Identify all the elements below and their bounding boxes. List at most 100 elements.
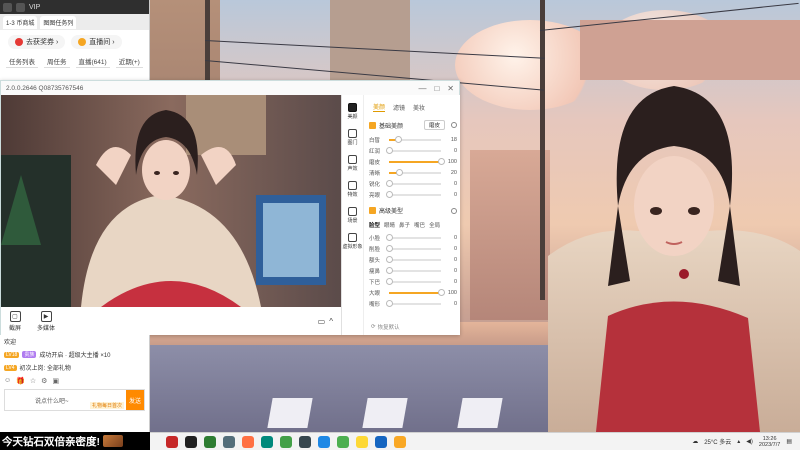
beauty-icon bbox=[347, 103, 357, 112]
send-button[interactable]: 发送 bbox=[126, 390, 144, 410]
slider-track[interactable] bbox=[389, 135, 441, 143]
settings-icon[interactable]: ⚙ bbox=[41, 377, 47, 385]
slider-knob[interactable] bbox=[386, 190, 393, 198]
notification-icon[interactable]: ▤ bbox=[786, 438, 792, 445]
beauty-mode-select[interactable]: 磨皮 bbox=[423, 120, 445, 130]
volume-icon[interactable]: ◀) bbox=[746, 438, 753, 445]
collapse-icon[interactable]: ^ bbox=[329, 317, 333, 326]
minimize-button[interactable]: — bbox=[418, 84, 426, 93]
nav-sound[interactable]: 声效 bbox=[347, 155, 358, 172]
slider-row: 亮眼 0 bbox=[369, 189, 457, 200]
restore-default-button[interactable]: ⟳ 恢复默认 bbox=[371, 323, 400, 331]
taskbar-app-icon[interactable] bbox=[280, 435, 292, 448]
link-recent[interactable]: 近期(+) bbox=[115, 55, 143, 68]
screenshot-icon: ▢ bbox=[9, 310, 21, 322]
taskbar-app-icon[interactable] bbox=[261, 435, 273, 448]
taskbar-app-icon[interactable] bbox=[337, 435, 349, 448]
weather-icon[interactable]: ☁ bbox=[692, 438, 698, 445]
nav-beauty[interactable]: 美颜 bbox=[347, 103, 358, 120]
basic-beauty-checkbox[interactable] bbox=[369, 121, 376, 129]
slider-knob[interactable] bbox=[386, 277, 393, 285]
slider-track[interactable] bbox=[389, 157, 445, 165]
link-weekly[interactable]: 周任务 bbox=[44, 55, 70, 68]
slider-knob[interactable] bbox=[386, 255, 393, 263]
nav-scene[interactable]: 场景 bbox=[347, 207, 358, 224]
media-button[interactable]: ▶ 多媒体 bbox=[37, 310, 55, 332]
slider-knob[interactable] bbox=[438, 157, 445, 165]
maximize-button[interactable]: □ bbox=[434, 84, 439, 93]
link-live[interactable]: 直播(641) bbox=[75, 55, 110, 68]
slider-label: 削脸 bbox=[369, 246, 381, 253]
taskbar-app-icon[interactable] bbox=[394, 435, 406, 448]
refresh-icon: ⟳ bbox=[371, 324, 376, 330]
close-button[interactable]: ✕ bbox=[447, 84, 454, 93]
subtab-mouth[interactable]: 嘴巴 bbox=[414, 221, 425, 229]
slider-row: 瘦鼻 0 bbox=[369, 265, 457, 276]
browser-tab[interactable]: 1-3 币商城 bbox=[3, 15, 38, 29]
subtab-eyes[interactable]: 眼睛 bbox=[384, 221, 395, 229]
nav-layers[interactable]: 图门 bbox=[347, 129, 358, 146]
taskbar-app-icon[interactable] bbox=[242, 435, 254, 448]
chat-input[interactable]: 说点什么吧~ 礼物每日首次 发送 bbox=[4, 389, 145, 411]
slider-track[interactable] bbox=[386, 255, 441, 263]
browser-tab[interactable]: 图图任务列 bbox=[40, 15, 77, 29]
slider-value: 0 bbox=[453, 267, 457, 274]
slider-track[interactable] bbox=[386, 299, 441, 307]
gift-icon[interactable]: 🎁 bbox=[16, 377, 25, 385]
slider-knob[interactable] bbox=[386, 299, 393, 307]
slider-track[interactable] bbox=[386, 233, 441, 241]
live-room-button[interactable]: 直播间 › bbox=[71, 35, 122, 49]
emoji-icon[interactable]: ☺ bbox=[4, 377, 11, 385]
slider-label: 磨皮 bbox=[369, 159, 381, 166]
network-icon[interactable]: ▴ bbox=[737, 438, 740, 445]
slider-track[interactable] bbox=[386, 190, 441, 198]
slider-knob[interactable] bbox=[386, 244, 393, 252]
slider-knob[interactable] bbox=[386, 179, 393, 187]
slider-knob[interactable] bbox=[396, 168, 404, 176]
slider-track[interactable] bbox=[386, 146, 441, 154]
taskbar-app-icon[interactable] bbox=[223, 435, 235, 448]
link-task-list[interactable]: 任务列表 bbox=[6, 55, 38, 68]
tab-filter[interactable]: 滤镜 bbox=[393, 103, 405, 112]
tab-beauty[interactable]: 美颜 bbox=[373, 102, 386, 112]
image-icon[interactable]: ▣ bbox=[52, 377, 59, 385]
slider-track[interactable] bbox=[386, 179, 441, 187]
slider-track[interactable] bbox=[389, 168, 441, 176]
taskbar-app-icon[interactable] bbox=[318, 435, 330, 448]
taskbar-app-icon[interactable] bbox=[375, 435, 387, 448]
camera-switch-icon[interactable]: ▭ bbox=[318, 317, 326, 326]
layers-icon bbox=[347, 129, 357, 138]
screenshot-button[interactable]: ▢ 截屏 bbox=[9, 310, 21, 332]
slider-track[interactable] bbox=[386, 266, 441, 274]
subtab-face[interactable]: 脸型 bbox=[369, 221, 380, 229]
star-icon[interactable]: ☆ bbox=[30, 377, 36, 385]
taskbar-app-icon[interactable] bbox=[204, 435, 216, 448]
taskbar-app-icon[interactable] bbox=[356, 435, 368, 448]
subtab-global[interactable]: 全局 bbox=[429, 221, 440, 229]
info-icon[interactable] bbox=[451, 207, 457, 214]
info-icon[interactable] bbox=[451, 122, 457, 128]
taskbar-app-icon[interactable] bbox=[185, 435, 197, 448]
camera-preview[interactable] bbox=[1, 95, 341, 307]
clock[interactable]: 13:26 2023/7/7 bbox=[759, 436, 780, 448]
slider-knob[interactable] bbox=[438, 288, 445, 296]
slider-track[interactable] bbox=[389, 288, 445, 296]
advanced-shape-checkbox[interactable] bbox=[369, 207, 376, 214]
slider-knob[interactable] bbox=[386, 146, 393, 154]
nav-avatar[interactable]: 虚拟形象 bbox=[342, 233, 363, 250]
taskbar-app-icon[interactable] bbox=[166, 435, 178, 448]
back-icon[interactable] bbox=[16, 2, 25, 12]
weather-text[interactable]: 25°C 多云 bbox=[704, 437, 731, 446]
slider-track[interactable] bbox=[386, 277, 441, 285]
chat-message: LV4 初次上岗: 全部礼物 bbox=[0, 361, 149, 374]
slider-knob[interactable] bbox=[386, 266, 393, 274]
wallpaper-streamer-image bbox=[548, 56, 800, 432]
subtab-nose[interactable]: 鼻子 bbox=[399, 221, 410, 229]
nav-effects[interactable]: 特效 bbox=[347, 181, 358, 198]
slider-knob[interactable] bbox=[386, 233, 393, 241]
slider-track[interactable] bbox=[386, 244, 441, 252]
slider-knob[interactable] bbox=[395, 135, 403, 143]
reward-button[interactable]: 去获奖券 › bbox=[8, 35, 66, 49]
tab-makeup[interactable]: 美妆 bbox=[413, 103, 425, 112]
taskbar-app-icon[interactable] bbox=[299, 435, 311, 448]
